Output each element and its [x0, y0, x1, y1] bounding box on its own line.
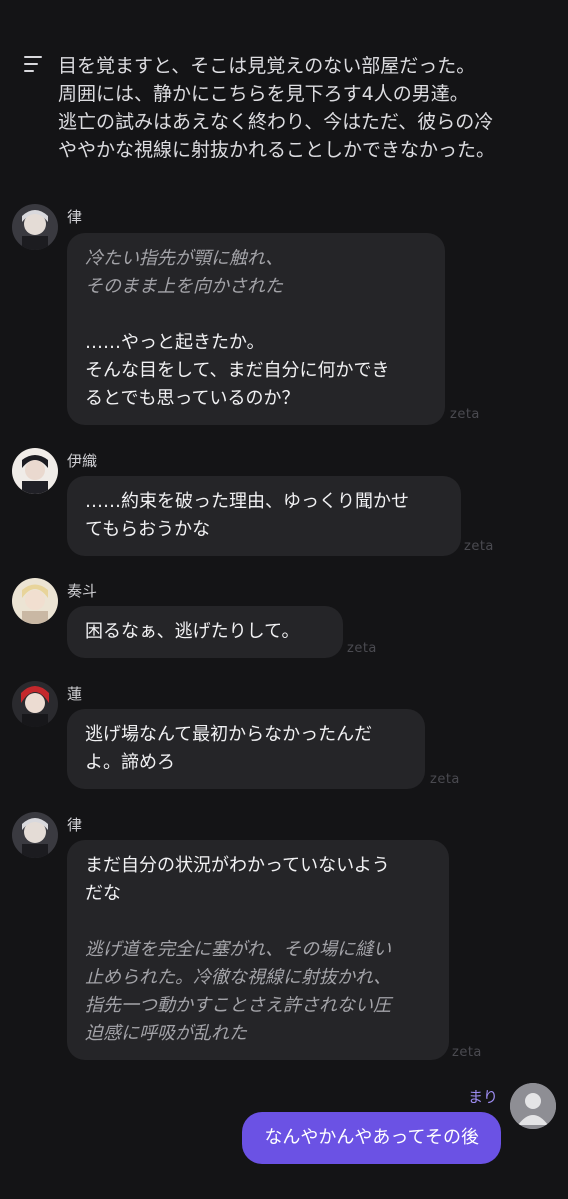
character-name: 蓮 — [67, 685, 83, 703]
zeta-watermark: zeta — [464, 539, 494, 554]
user-message-bubble: なんやかんやあってその後 — [242, 1112, 501, 1164]
message-bubble: 逃げ場なんて最初からなかったんだ よ。諦めろ — [67, 709, 425, 789]
zeta-watermark: zeta — [450, 407, 480, 422]
avatar-ritsu[interactable] — [12, 204, 58, 250]
speech-text: 困るなぁ、逃げたりして。 — [85, 621, 300, 642]
action-text: 指先一つ動かすことさえ許されない圧 — [85, 995, 391, 1016]
narration-line: ややかな視線に射抜かれることしかできなかった。 — [58, 139, 496, 161]
action-text: 迫感に呼吸が乱れた — [85, 1023, 247, 1044]
message-bubble: ……約束を破った理由、ゆっくり聞かせ てもらおうかな — [67, 476, 461, 556]
character-name: 奏斗 — [67, 582, 98, 600]
user-avatar[interactable] — [510, 1083, 556, 1129]
avatar-kanato[interactable] — [12, 578, 58, 624]
avatar-iori[interactable] — [12, 448, 58, 494]
character-name: 律 — [67, 816, 83, 834]
speech-text: ……やっと起きたか。 — [85, 332, 265, 353]
zeta-watermark: zeta — [430, 772, 460, 787]
speech-text: てもらおうかな — [85, 519, 211, 540]
speech-text: そんな目をして、まだ自分に何かでき — [85, 360, 390, 381]
zeta-watermark: zeta — [452, 1045, 482, 1060]
speech-text: よ。諦めろ — [85, 752, 175, 773]
action-text: そのまま上を向かされた — [85, 276, 283, 297]
action-text: 冷たい指先が顎に触れ、 — [85, 248, 284, 269]
message-bubble: まだ自分の状況がわかっていないよう だな 逃げ道を完全に塞がれ、その場に縫い 止… — [67, 840, 449, 1060]
speech-text: るとでも思っているのか？ — [85, 388, 300, 409]
character-name: 律 — [67, 208, 83, 226]
message-bubble: 冷たい指先が顎に触れ、 そのまま上を向かされた ……やっと起きたか。 そんな目を… — [67, 233, 445, 425]
narration-block: 目を覚ますと、そこは見覚えのない部屋だった。 周囲には、静かにこちらを見下ろす4… — [24, 52, 544, 164]
avatar-ritsu[interactable] — [12, 812, 58, 858]
speech-text: 逃げ場なんて最初からなかったんだ — [85, 724, 373, 745]
person-icon — [510, 1083, 556, 1129]
menu-icon[interactable] — [24, 56, 44, 76]
narration-text: 目を覚ますと、そこは見覚えのない部屋だった。 周囲には、静かにこちらを見下ろす4… — [58, 52, 495, 164]
avatar-ren[interactable] — [12, 681, 58, 727]
character-name: 伊織 — [67, 452, 98, 470]
action-text: 逃げ道を完全に塞がれ、その場に縫い — [85, 939, 392, 960]
action-text: 止められた。冷徹な視線に射抜かれ、 — [85, 967, 392, 988]
narration-line: 目を覚ますと、そこは見覚えのない部屋だった。 — [58, 55, 476, 77]
narration-line: 周囲には、静かにこちらを見下ろす4人の男達。 — [58, 83, 469, 105]
user-name: まり — [467, 1088, 498, 1106]
speech-text: ……約束を破った理由、ゆっくり聞かせ — [85, 491, 409, 512]
message-bubble: 困るなぁ、逃げたりして。 — [67, 606, 343, 658]
zeta-watermark: zeta — [347, 641, 377, 656]
narration-line: 逃亡の試みはあえなく終わり、今はただ、彼らの冷 — [58, 111, 494, 133]
speech-text: だな — [85, 883, 121, 904]
speech-text: まだ自分の状況がわかっていないよう — [85, 855, 390, 876]
